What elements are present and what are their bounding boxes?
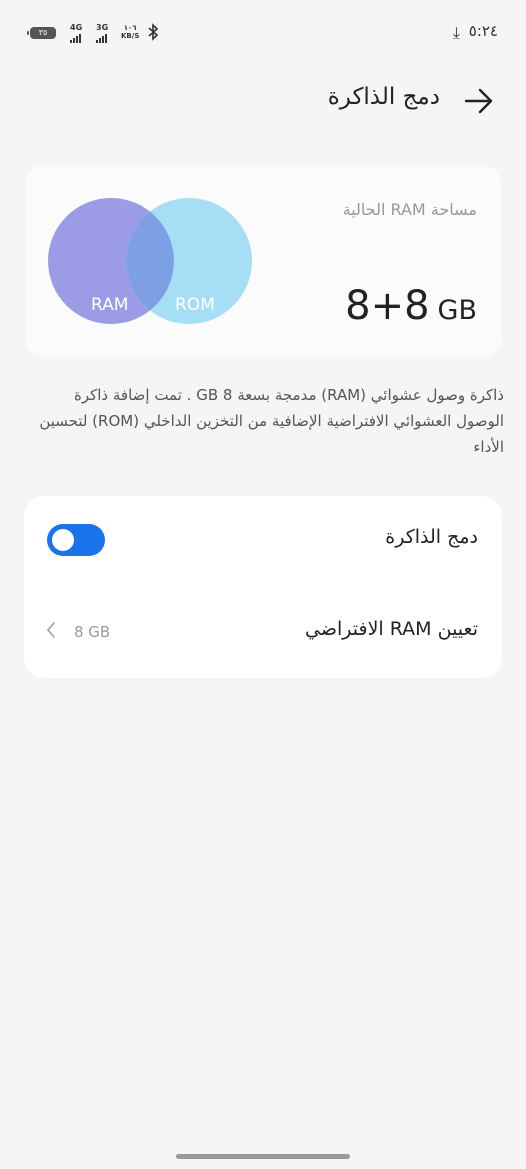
signal-4g-icon: 4G	[70, 24, 82, 43]
battery-icon: ٣٥	[27, 27, 56, 39]
memory-merge-toggle[interactable]	[47, 524, 105, 556]
status-time: ٥:٢٤	[468, 22, 498, 40]
current-ram-label: مساحة RAM الحالية	[342, 200, 477, 219]
venn-ram-label: RAM	[91, 295, 128, 315]
memory-merge-label: دمج الذاكرة	[385, 526, 478, 548]
network-speed-unit: KB/S	[121, 32, 140, 40]
page-header: دمج الذاكرة	[0, 80, 526, 120]
chevron-left-icon[interactable]	[44, 620, 58, 640]
signal-4g-label: 4G	[70, 23, 83, 32]
bluetooth-icon	[148, 23, 159, 41]
home-indicator[interactable]	[176, 1154, 350, 1159]
ram-value-unit: GB	[437, 295, 477, 326]
signal-3g-icon: 3G	[96, 24, 108, 43]
signal-3g-label: 3G	[96, 23, 109, 32]
status-bar: ٣٥ 4G 3G ١٠٦ KB/S ⤓ ٥:٢٤	[0, 0, 526, 62]
toggle-knob	[52, 529, 74, 551]
ram-rom-venn-diagram: RAM ROM	[48, 198, 252, 324]
ram-description: ذاكرة وصول عشوائي (RAM) مدمجة بسعة 8 GB …	[39, 386, 504, 456]
back-arrow-icon[interactable]	[462, 84, 496, 118]
default-ram-value[interactable]: 8 GB	[74, 623, 110, 641]
ram-summary-card: RAM ROM مساحة RAM الحالية 8+8 GB	[26, 165, 501, 357]
settings-card: دمج الذاكرة تعيين RAM الافتراضي 8 GB	[24, 496, 502, 678]
page-title: دمج الذاكرة	[327, 84, 440, 110]
download-icon: ⤓	[452, 23, 460, 42]
network-speed: ١٠٦ KB/S	[121, 24, 139, 40]
venn-rom-label: ROM	[175, 295, 215, 315]
current-ram-value: 8+8 GB	[345, 283, 477, 329]
default-ram-label[interactable]: تعيين RAM الافتراضي	[305, 618, 478, 640]
network-speed-value: ١٠٦	[123, 24, 137, 32]
ram-value-number: 8+8	[345, 283, 430, 329]
